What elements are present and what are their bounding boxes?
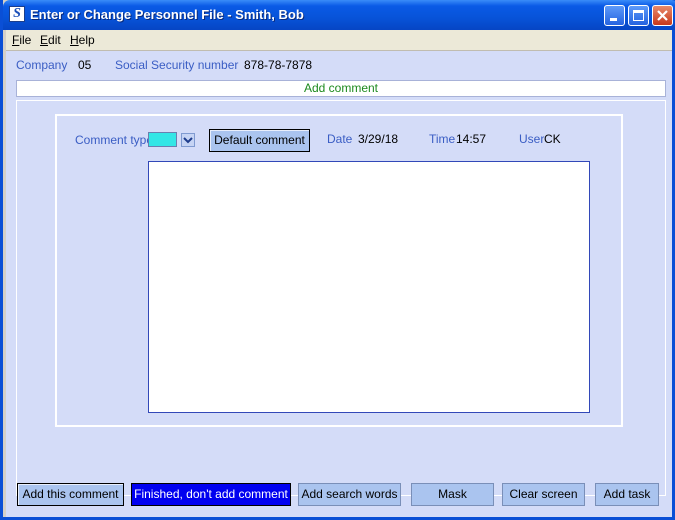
user-value: CK [544,132,561,146]
menu-edit[interactable]: Edit [40,33,61,47]
title-bar[interactable]: S Enter or Change Personnel File - Smith… [3,0,675,30]
date-label: Date [327,132,353,146]
maximize-icon [633,10,644,21]
menu-help[interactable]: Help [70,33,95,47]
time-value: 14:57 [456,132,487,146]
date-value: 3/29/18 [358,132,399,146]
add-this-comment-button[interactable]: Add this comment [17,483,124,506]
window-title: Enter or Change Personnel File - Smith, … [30,7,304,22]
add-search-words-button[interactable]: Add search words [298,483,401,506]
menu-file[interactable]: File [12,33,31,47]
comment-type-label: Comment type [75,133,154,147]
comment-type-select[interactable] [148,132,177,147]
company-label: Company [16,58,68,72]
time-label: Time [429,132,456,146]
ssn-label: Social Security number [115,58,239,72]
add-task-button[interactable]: Add task [595,483,659,506]
mask-button[interactable]: Mask [411,483,494,506]
minimize-button[interactable] [604,5,625,26]
chevron-down-icon [183,137,193,144]
comment-textarea[interactable] [148,161,590,413]
app-window: S Enter or Change Personnel File - Smith… [0,0,675,520]
user-label: User [519,132,545,146]
minimize-icon [610,18,617,21]
client-area: Company 05 Social Security number 878-78… [6,51,672,517]
company-value: 05 [78,58,92,72]
comment-type-dropdown[interactable] [181,133,195,147]
menu-bar: File Edit Help [6,30,672,51]
clear-screen-button[interactable]: Clear screen [502,483,585,506]
ssn-value: 878-78-7878 [244,58,313,72]
app-logo-icon[interactable]: S [9,6,25,22]
section-title: Add comment [16,80,666,97]
default-comment-button[interactable]: Default comment [209,129,310,152]
finished-button[interactable]: Finished, don't add comment [131,483,291,506]
maximize-button[interactable] [628,5,649,26]
close-icon [657,10,668,21]
close-button[interactable] [652,5,673,26]
